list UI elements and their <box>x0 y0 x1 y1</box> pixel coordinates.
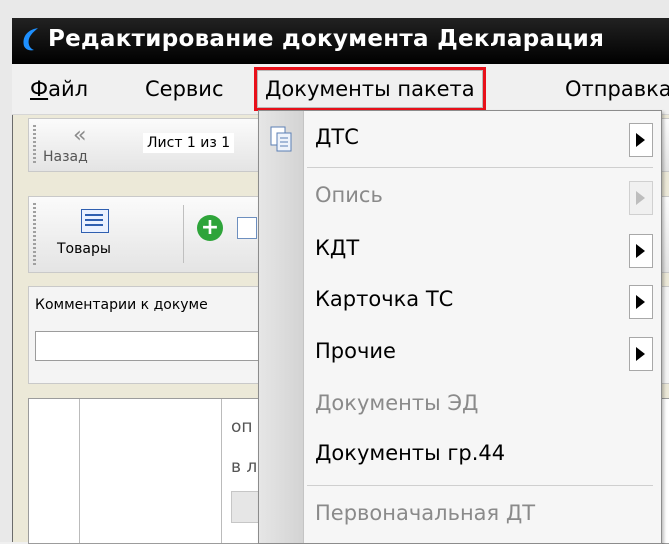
menu-item-documents-gr44[interactable]: Документы гр.44 <box>259 429 661 481</box>
menu-item-inventory: Опись <box>259 171 661 223</box>
grid-column <box>29 399 80 543</box>
menu-item-label: Прочие <box>315 339 396 363</box>
grid-column <box>81 399 222 543</box>
menu-item-kdt[interactable]: КДТ <box>259 224 661 276</box>
menu-file-label: айл <box>48 77 89 101</box>
document-icon[interactable] <box>237 217 257 239</box>
menu-separator <box>307 485 653 486</box>
menu-item-ed-documents: Документы ЭД <box>259 379 661 431</box>
menu-item-label: Первоначальная ДТ <box>315 501 536 525</box>
submenu-arrow-icon <box>629 234 653 268</box>
goods-button-label[interactable]: Товары <box>57 241 111 257</box>
goods-list-icon[interactable] <box>81 209 109 233</box>
menu-item-other[interactable]: Прочие <box>259 327 661 379</box>
app-logo-icon <box>23 28 38 51</box>
toolbar-grip[interactable] <box>33 125 36 165</box>
toolbar-separator <box>183 205 184 263</box>
submenu-arrow-icon <box>629 285 653 319</box>
menu-file[interactable]: Файл <box>30 74 88 104</box>
menu-item-label: Документы ЭД <box>315 391 479 415</box>
title-bar: Редактирование документа Декларация <box>12 18 669 64</box>
submenu-arrow-icon <box>629 123 653 157</box>
package-documents-dropdown: ДТС Опись КДТ Карточка ТС Прочие Докумен… <box>258 110 662 544</box>
menu-package-documents[interactable]: Документы пакета <box>254 67 486 111</box>
menu-item-label: КДТ <box>315 236 360 260</box>
submenu-arrow-icon <box>629 337 653 371</box>
toolbar-grip[interactable] <box>33 203 36 266</box>
menu-item-label: ДТС <box>315 125 359 149</box>
menu-send[interactable]: Отправка <box>565 74 669 104</box>
back-button-label[interactable]: Назад <box>43 149 88 165</box>
menu-file-accel: Ф <box>30 77 49 101</box>
grid-text: в л <box>231 457 258 477</box>
menu-separator <box>307 167 653 168</box>
grid-text: оп <box>231 417 253 437</box>
menu-item-initial-declaration: Первоначальная ДТ <box>259 489 661 541</box>
add-icon[interactable]: + <box>197 215 223 241</box>
back-arrow-icon[interactable]: ‹‹ <box>73 123 86 148</box>
menu-item-vehicle-card[interactable]: Карточка ТС <box>259 275 661 327</box>
menu-service[interactable]: Сервис <box>145 74 223 104</box>
menu-item-label: Опись <box>315 183 383 207</box>
comments-label: Комментарии к докуме <box>35 297 208 313</box>
window-title: Редактирование документа Декларация <box>48 26 605 52</box>
document-copy-icon <box>270 126 292 152</box>
submenu-arrow-icon <box>629 181 653 215</box>
menu-item-dts[interactable]: ДТС <box>259 113 661 165</box>
sheet-info: Лист 1 из 1 <box>143 133 235 153</box>
menu-item-label: Карточка ТС <box>315 287 454 311</box>
menu-bar: Файл Сервис Документы пакета Отправка <box>12 64 669 115</box>
menu-item-label: Документы гр.44 <box>315 441 506 465</box>
